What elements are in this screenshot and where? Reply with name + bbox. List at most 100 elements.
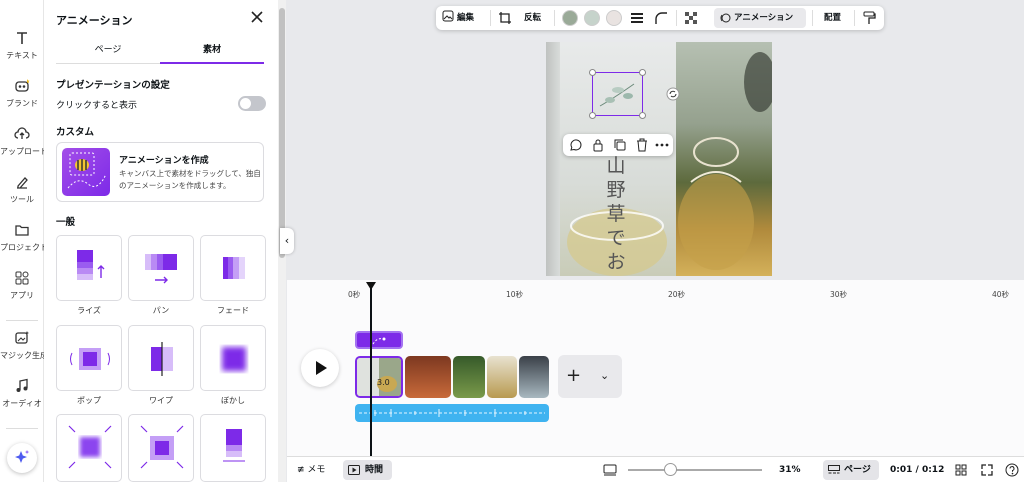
click-to-show-label: クリックすると表示 [56, 101, 138, 111]
transparency-icon[interactable] [684, 11, 698, 25]
resize-handle[interactable] [639, 112, 646, 119]
timer-icon [348, 465, 360, 475]
audio-track[interactable] [355, 404, 549, 422]
playhead[interactable] [370, 288, 372, 482]
clip-2[interactable] [405, 356, 451, 398]
color-swatch-3[interactable] [606, 10, 622, 26]
ruler-label: 40秒 [992, 290, 1010, 299]
close-icon[interactable] [250, 10, 264, 24]
presentation-heading: プレゼンテーションの設定 [56, 80, 170, 91]
preset-pan[interactable] [128, 235, 194, 301]
flip-button[interactable]: 反転 [524, 6, 541, 30]
create-animation-thumbnail [62, 148, 110, 196]
corner-rounding-icon[interactable] [654, 11, 668, 25]
scrollbar-thumb[interactable] [279, 8, 285, 258]
grid-view-icon[interactable] [955, 464, 967, 476]
magic-assistant-button[interactable] [7, 443, 37, 473]
preset-breathe[interactable] [56, 414, 122, 482]
rotate-icon[interactable] [666, 87, 680, 101]
selection-box[interactable] [592, 72, 643, 116]
trash-icon[interactable] [635, 138, 649, 152]
preset-wipe[interactable] [128, 325, 194, 391]
folder-icon [15, 225, 29, 236]
copy-style-icon[interactable] [862, 11, 876, 25]
preset-blur[interactable] [200, 325, 266, 391]
ruler-label: 0秒 [348, 290, 361, 299]
preset-rise[interactable] [56, 235, 122, 301]
rail-item-text[interactable]: テキスト [0, 30, 44, 61]
pop-icon [70, 348, 110, 370]
comment-icon[interactable] [569, 138, 583, 152]
preset-wipe-label: ワイプ [149, 396, 173, 405]
animate-button[interactable]: アニメーション [714, 8, 806, 28]
resize-handle[interactable] [639, 69, 646, 76]
toolbar-divider [676, 10, 677, 26]
fullscreen-icon[interactable] [981, 464, 993, 476]
rail-item-draw[interactable]: ツール [0, 174, 44, 205]
left-border-strip [546, 42, 560, 276]
brand-icon [15, 79, 30, 92]
zoom-level[interactable]: 31% [779, 457, 801, 482]
animate-icon [720, 13, 731, 23]
playhead-marker-icon[interactable] [366, 282, 376, 290]
breathe-icon [68, 425, 112, 469]
duplicate-icon[interactable] [613, 138, 627, 152]
crop-icon[interactable] [498, 11, 512, 25]
ruler-label: 30秒 [830, 290, 848, 299]
rail-item-projects[interactable]: プロジェクト [0, 222, 48, 253]
clip-1-selected[interactable]: 3.0 [355, 356, 403, 398]
element-toolbar: 編集 反転 アニメーション 配置 [436, 6, 884, 30]
rail-item-brand[interactable]: ブランド [0, 78, 44, 109]
chevron-down-icon[interactable]: ⌄ [600, 369, 609, 382]
collapse-panel-button[interactable]: ‹ [280, 228, 294, 254]
add-page-button[interactable]: + [566, 365, 581, 386]
animation-track-chip[interactable] [355, 331, 403, 349]
panel-title: アニメーション [56, 14, 133, 27]
notes-button[interactable]: ≢ メモ [297, 457, 325, 482]
preset-fade[interactable] [200, 235, 266, 301]
clip-duration: 3.0 [377, 378, 390, 387]
fade-icon [223, 257, 245, 279]
color-swatch-2[interactable] [584, 10, 600, 26]
edit-image-button[interactable]: 編集 [442, 6, 474, 30]
teapot-photo [676, 42, 772, 276]
zoom-slider-knob[interactable] [663, 463, 677, 476]
tab-element[interactable]: 素材 [160, 42, 264, 64]
draw-icon [17, 177, 28, 189]
vertical-title-text[interactable]: 山野草でお茶 [604, 154, 628, 276]
clip-4[interactable] [487, 356, 517, 398]
click-to-show-toggle[interactable] [238, 96, 266, 111]
clip-3[interactable] [453, 356, 485, 398]
timer-button[interactable]: 時間 [343, 460, 392, 480]
rail-item-magic-media[interactable]: マジック生成 [0, 330, 48, 361]
play-button[interactable] [301, 349, 339, 387]
preset-pop[interactable] [56, 325, 122, 391]
preset-pan-label: パン [152, 306, 170, 315]
create-animation-card[interactable]: アニメーションを作成 キャンバス上で素材をドラッグして、独自のアニメーションを作… [56, 142, 264, 202]
rail-item-upload[interactable]: アップロード [0, 126, 48, 157]
preset-drift[interactable] [200, 414, 266, 482]
display-icon[interactable] [603, 464, 617, 476]
context-menu [563, 134, 673, 156]
border-style-icon[interactable] [630, 11, 644, 25]
lock-icon[interactable] [591, 138, 605, 152]
pages-button[interactable]: ページ [823, 460, 879, 480]
design-canvas[interactable]: 山野草でお茶 [546, 42, 772, 276]
teapot-graphic [678, 52, 772, 270]
rail-divider [6, 428, 38, 429]
tab-page[interactable]: ページ [56, 42, 160, 64]
color-swatch-1[interactable] [562, 10, 578, 26]
clip-5[interactable] [519, 356, 549, 398]
more-icon[interactable] [655, 138, 669, 152]
preset-zoom[interactable] [128, 414, 194, 482]
resize-handle[interactable] [589, 112, 596, 119]
preset-blur-label: ぼかし [221, 396, 245, 405]
position-button[interactable]: 配置 [824, 6, 841, 30]
help-icon[interactable] [1005, 463, 1019, 477]
resize-handle[interactable] [589, 69, 596, 76]
toolbar-divider [812, 10, 813, 26]
timer-label: 時間 [365, 465, 384, 475]
rail-item-audio[interactable]: オーディオ [0, 378, 44, 409]
rail-item-apps[interactable]: アプリ [0, 270, 44, 301]
zoom-slider[interactable] [628, 469, 762, 471]
